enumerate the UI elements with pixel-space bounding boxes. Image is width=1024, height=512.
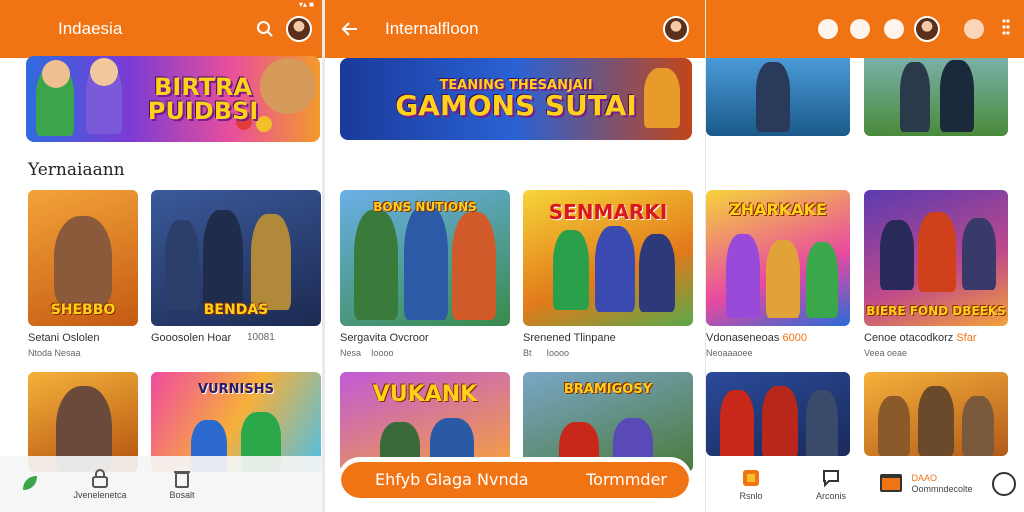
back-arrow-icon[interactable] bbox=[337, 16, 363, 42]
thumb-title: BENDAS bbox=[203, 302, 269, 318]
status-bar: ▾▴ ■ bbox=[298, 0, 314, 9]
avatar[interactable] bbox=[286, 16, 312, 42]
app-title: Internalfloon bbox=[385, 19, 479, 38]
banner-line-2: PUIDBSI bbox=[147, 97, 259, 125]
game-meta: Neoaaaoee bbox=[706, 348, 753, 358]
screen-detail: Internalfloon TEANING THESANJAII GAMONS … bbox=[325, 0, 705, 512]
banner-line-2: GAMONS SUTAI bbox=[395, 88, 637, 122]
screen-home: ▾▴ ■ Indaesia BIRTRA PUIDBSI Yernaiaann bbox=[0, 0, 322, 512]
thumb-title: BIERE FOND DBEEKS bbox=[866, 304, 1006, 318]
game-name: Cenoe otacodkorz Sfar bbox=[864, 332, 977, 344]
cta-label-left: Ehfyb Glaga Nvnda bbox=[375, 469, 529, 489]
box-icon bbox=[740, 467, 762, 491]
banner-line-1: BIRTRA bbox=[153, 73, 253, 101]
circle-icon[interactable] bbox=[964, 19, 984, 39]
screenshot-collage: ▾▴ ■ Indaesia BIRTRA PUIDBSI Yernaiaann bbox=[0, 0, 1024, 512]
trash-icon bbox=[173, 468, 191, 490]
app-bar: Internalfloon bbox=[325, 0, 705, 58]
avatar[interactable] bbox=[914, 16, 940, 42]
nav-item[interactable]: Bosalt bbox=[152, 468, 212, 500]
thumb-title: ZHARKAKE bbox=[729, 200, 827, 219]
thumb-title: BONS NUTIONS bbox=[373, 200, 477, 214]
nav-label: Oommndecolte bbox=[911, 484, 973, 494]
screen-browse: ZHARKAKE Vdonaseneoas 6000 Neoaaaoee BIE… bbox=[706, 0, 1024, 512]
thumb-title: SHEBBO bbox=[50, 302, 116, 318]
game-meta: Veea oeae bbox=[864, 348, 908, 358]
cta-label-right: Tormmder bbox=[586, 469, 667, 489]
nav-item[interactable] bbox=[0, 473, 60, 495]
thumb-title: BRAMIGOSY bbox=[563, 382, 653, 397]
nav-item[interactable]: Arconis bbox=[796, 467, 866, 501]
game-meta: Ntoda Nesaa bbox=[28, 348, 81, 358]
chat-bubble-icon[interactable] bbox=[850, 19, 870, 39]
featured-banner[interactable]: TEANING THESANJAII GAMONS SUTAI bbox=[340, 58, 692, 140]
section-title: Yernaiaann bbox=[28, 160, 125, 180]
circle-icon[interactable] bbox=[818, 19, 838, 39]
bottom-nav: Jvenelenetca Bosalt bbox=[0, 456, 322, 512]
search-icon[interactable] bbox=[252, 16, 278, 42]
avatar[interactable] bbox=[663, 16, 689, 42]
tools-icon[interactable] bbox=[884, 19, 904, 39]
app-bar bbox=[706, 0, 1024, 58]
game-meta: Bt Ioooo bbox=[523, 348, 570, 358]
bottom-nav: Rsnlo Arconis DAAO Oommndecolte bbox=[706, 456, 1024, 512]
thumb-title: VURNISHS bbox=[198, 382, 274, 397]
more-vertical-icon[interactable] bbox=[1002, 18, 1010, 41]
cta-button[interactable]: Ehfyb Glaga Nvnda Tormmder bbox=[341, 460, 689, 498]
nav-item[interactable]: DAAO Oommndecolte bbox=[866, 473, 986, 495]
thumb-title: VUKANK bbox=[372, 382, 478, 407]
nav-label: Jvenelenetca bbox=[73, 490, 127, 500]
nav-label: Rsnlo bbox=[739, 491, 763, 501]
game-name: Vdonaseneoas 6000 bbox=[706, 332, 807, 344]
lock-icon bbox=[91, 468, 109, 490]
featured-banner[interactable]: BIRTRA PUIDBSI bbox=[26, 56, 320, 142]
nav-label: Bosalt bbox=[169, 490, 195, 500]
game-name: Gooosolen Hoar bbox=[151, 332, 232, 344]
nav-label: Arconis bbox=[815, 491, 846, 501]
terminal-icon bbox=[879, 473, 903, 495]
leaf-icon bbox=[20, 473, 40, 495]
app-bar: ▾▴ ■ Indaesia bbox=[0, 0, 322, 58]
game-name: Setani Oslolen bbox=[28, 332, 100, 344]
game-name: Srenened Tlinpane bbox=[523, 332, 616, 344]
game-name: Sergavita Ovcroor bbox=[340, 332, 429, 344]
game-meta: 10081 bbox=[247, 332, 275, 343]
app-title: Indaesia bbox=[58, 19, 123, 38]
nav-label-top: DAAO bbox=[911, 473, 937, 483]
nav-item[interactable]: Jvenelenetca bbox=[60, 468, 140, 500]
circle-outline-icon[interactable] bbox=[992, 472, 1016, 496]
chat-icon bbox=[820, 467, 842, 491]
thumb-title: SENMARKI bbox=[548, 200, 668, 224]
game-meta: Nesa Ioooo bbox=[340, 348, 394, 358]
nav-item[interactable]: Rsnlo bbox=[706, 467, 796, 501]
